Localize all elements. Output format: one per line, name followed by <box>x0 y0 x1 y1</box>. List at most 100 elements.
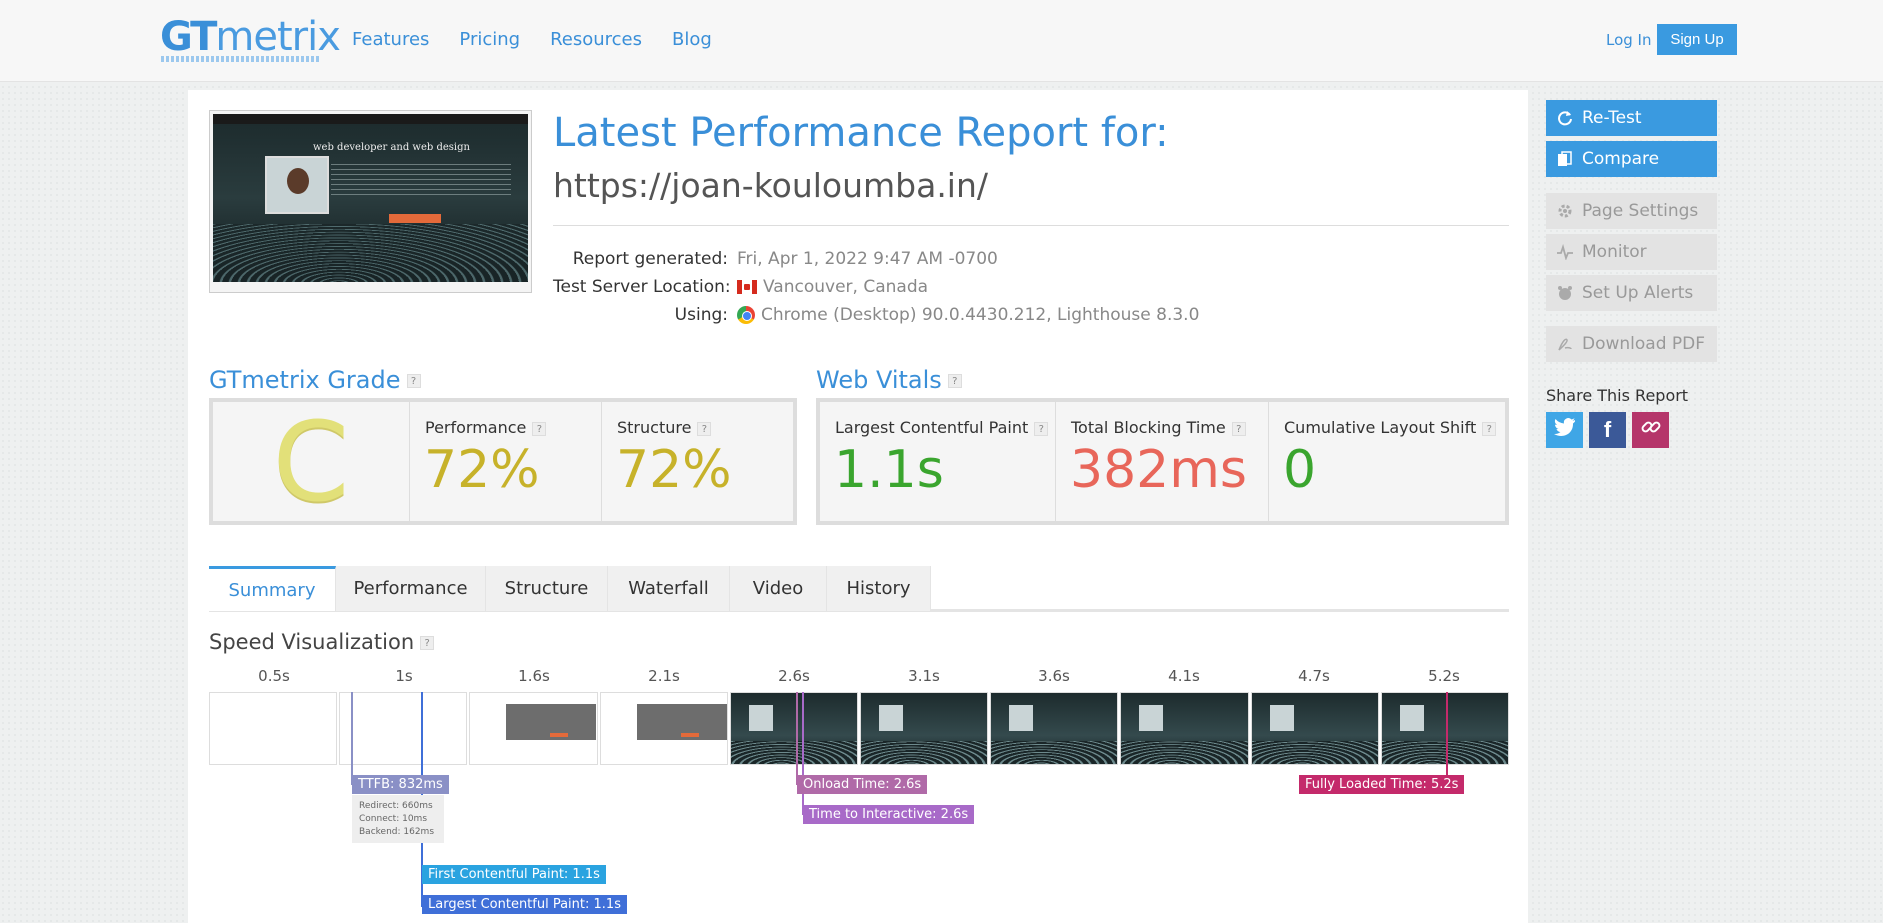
link-icon <box>1640 416 1662 444</box>
compare-icon <box>1557 151 1573 167</box>
tick-label: 3.6s <box>1038 667 1070 685</box>
help-icon[interactable]: ? <box>697 421 712 436</box>
tab-performance[interactable]: Performance <box>336 566 486 611</box>
chrome-icon <box>737 306 755 324</box>
web-vitals-box: Largest Contentful Paint? 1.1s Total Blo… <box>816 398 1509 525</box>
tick-label: 0.5s <box>258 667 290 685</box>
filmstrip-frame[interactable] <box>990 692 1119 765</box>
filmstrip-frame[interactable] <box>599 692 728 765</box>
filmstrip-frame[interactable] <box>209 692 338 765</box>
help-icon[interactable]: ? <box>947 374 962 388</box>
nav-resources[interactable]: Resources <box>550 29 642 50</box>
report-url[interactable]: https://joan-kouloumba.in/ <box>553 166 988 205</box>
compare-button[interactable]: Compare <box>1546 141 1717 177</box>
refresh-icon <box>1557 110 1573 126</box>
page-screenshot[interactable]: web developer and web design <box>209 110 532 293</box>
help-icon[interactable]: ? <box>1231 421 1246 436</box>
tti-marker-line <box>802 692 804 815</box>
help-icon[interactable]: ? <box>420 636 435 650</box>
facebook-icon: f <box>1603 417 1612 442</box>
filmstrip-frame[interactable] <box>729 692 859 765</box>
ttfb-breakdown: Redirect: 660ms Connect: 10ms Backend: 1… <box>352 795 444 843</box>
filmstrip-frame[interactable] <box>860 692 989 765</box>
filmstrip-frame[interactable] <box>1380 692 1510 765</box>
performance-score: Performance? 72% <box>409 402 601 521</box>
filmstrip-frame[interactable] <box>469 692 598 765</box>
main-nav: Features Pricing Resources Blog <box>352 29 712 50</box>
cls-value: 0 <box>1283 440 1317 500</box>
facebook-share-button[interactable]: f <box>1589 412 1626 448</box>
gtmetrix-logo[interactable]: GTmetrix <box>160 14 341 60</box>
help-icon[interactable]: ? <box>406 374 421 388</box>
tick-label: 2.6s <box>778 667 810 685</box>
monitor-button[interactable]: Monitor <box>1546 234 1717 270</box>
lcp-value: 1.1s <box>834 440 944 500</box>
pdf-icon <box>1557 336 1573 352</box>
canada-flag-icon <box>737 280 757 294</box>
tick-label: 5.2s <box>1428 667 1460 685</box>
tab-waterfall[interactable]: Waterfall <box>608 566 730 611</box>
report-tabs: Summary Performance Structure Waterfall … <box>209 566 931 611</box>
tab-structure[interactable]: Structure <box>486 566 608 611</box>
report-heading: Latest Performance Report for: <box>553 110 1169 156</box>
retest-button[interactable]: Re-Test <box>1546 100 1717 136</box>
location-label: Test Server Location: <box>553 277 731 297</box>
tab-history[interactable]: History <box>827 566 931 611</box>
tbt-value: 382ms <box>1070 440 1247 500</box>
divider <box>553 225 1509 226</box>
pulse-icon <box>1557 243 1573 261</box>
tick-label: 2.1s <box>648 667 680 685</box>
lcp-label: Largest Contentful Paint: 1.1s <box>422 895 627 914</box>
page-settings-button[interactable]: Page Settings <box>1546 193 1717 229</box>
screenshot-portrait <box>265 156 329 214</box>
share-title: Share This Report <box>1546 386 1689 405</box>
tick-label: 4.7s <box>1298 667 1330 685</box>
alarm-clock-icon <box>1557 285 1573 301</box>
lcp-metric: Largest Contentful Paint? 1.1s <box>820 402 1056 521</box>
help-icon[interactable]: ? <box>532 421 547 436</box>
web-vitals-title: Web Vitals? <box>816 366 962 394</box>
filmstrip-frame[interactable] <box>1250 692 1379 765</box>
signup-button[interactable]: Sign Up <box>1657 24 1737 55</box>
structure-score: Structure? 72% <box>601 402 793 521</box>
filmstrip-frame[interactable] <box>1120 692 1249 765</box>
twitter-icon <box>1553 417 1576 443</box>
generated-label: Report generated: <box>572 249 728 269</box>
fully-loaded-marker-line <box>1446 692 1448 785</box>
tick-label: 3.1s <box>908 667 940 685</box>
nav-blog[interactable]: Blog <box>672 29 712 50</box>
fully-loaded-label: Fully Loaded Time: 5.2s <box>1299 775 1465 794</box>
help-icon[interactable]: ? <box>1034 421 1049 436</box>
generated-value: Fri, Apr 1, 2022 9:47 AM -0700 <box>737 249 998 269</box>
download-pdf-button[interactable]: Download PDF <box>1546 326 1717 362</box>
ttfb-label: TTFB: 832ms <box>352 775 449 794</box>
grade-title: GTmetrix Grade? <box>209 366 421 394</box>
tick-label: 1.6s <box>518 667 550 685</box>
tab-video[interactable]: Video <box>730 566 827 611</box>
structure-value: 72% <box>616 440 732 500</box>
tab-summary[interactable]: Summary <box>209 566 336 611</box>
screenshot-image: web developer and web design <box>213 114 528 282</box>
help-icon[interactable]: ? <box>1482 421 1497 436</box>
fcp-label: First Contentful Paint: 1.1s <box>422 865 606 884</box>
login-link[interactable]: Log In <box>1606 31 1652 49</box>
onload-marker-line <box>796 692 798 785</box>
logo-decoration <box>161 56 321 62</box>
location-value: Vancouver, Canada <box>737 277 928 297</box>
tick-label: 4.1s <box>1168 667 1200 685</box>
timeline-ticks: 0.5s 1s 1.6s 2.1s 2.6s 3.1s 3.6s 4.1s 4.… <box>209 667 1509 685</box>
using-label: Using: <box>674 305 728 325</box>
twitter-share-button[interactable] <box>1546 412 1583 448</box>
tti-label: Time to Interactive: 2.6s <box>803 805 975 824</box>
onload-label: Onload Time: 2.6s <box>797 775 928 794</box>
alerts-button[interactable]: Set Up Alerts <box>1546 275 1717 311</box>
top-navigation-bar: GTmetrix Features Pricing Resources Blog… <box>0 0 1883 82</box>
gear-icon <box>1557 203 1573 219</box>
filmstrip <box>209 692 1510 765</box>
filmstrip-frame[interactable] <box>339 692 468 765</box>
copy-link-button[interactable] <box>1632 412 1669 448</box>
nav-pricing[interactable]: Pricing <box>459 29 520 50</box>
nav-features[interactable]: Features <box>352 29 429 50</box>
grade-box: C Performance? 72% Structure? 72% <box>209 398 797 526</box>
screenshot-site-title: web developer and web design <box>313 142 470 153</box>
